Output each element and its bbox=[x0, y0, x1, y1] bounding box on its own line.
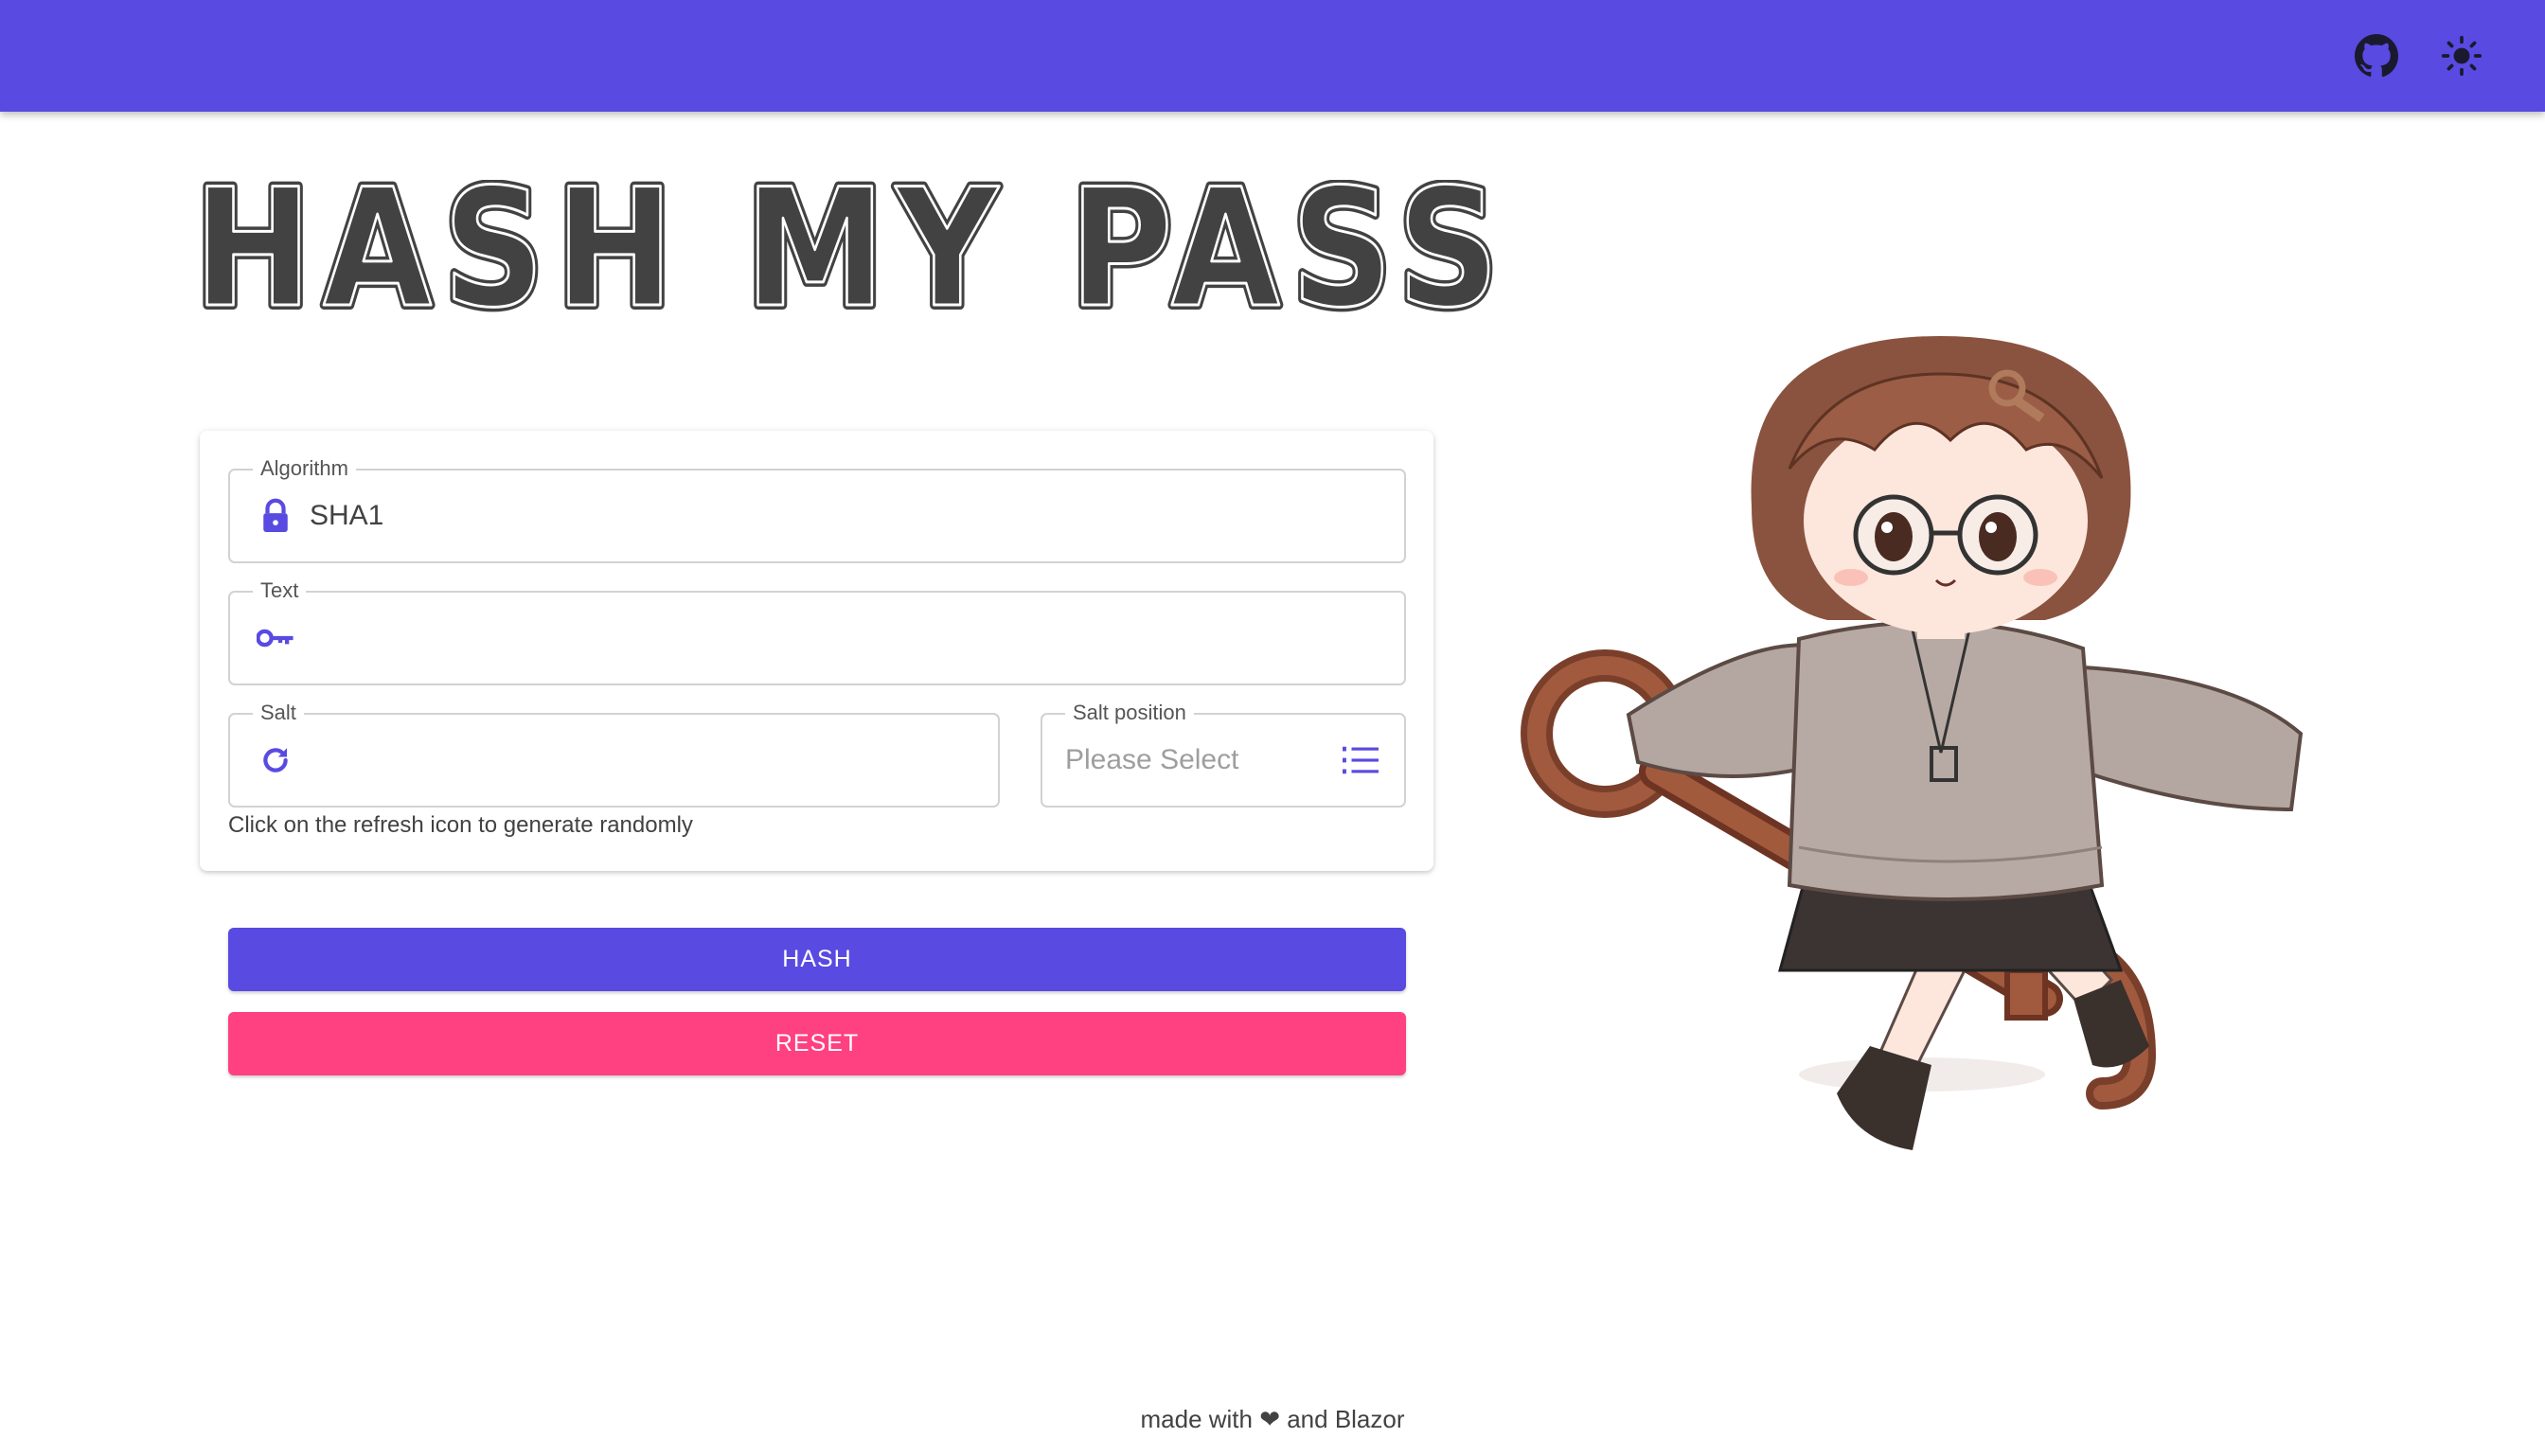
salt-position-placeholder: Please Select bbox=[1065, 744, 1239, 775]
chibi-girl-with-key-illustration bbox=[1515, 317, 2310, 1174]
key-icon bbox=[257, 619, 294, 657]
refresh-icon[interactable] bbox=[257, 741, 294, 779]
sun-icon[interactable] bbox=[2433, 27, 2490, 84]
algorithm-field[interactable]: Algorithm SHA1 bbox=[228, 455, 1406, 563]
algorithm-label: Algorithm bbox=[253, 455, 356, 482]
salt-field[interactable]: Salt bbox=[228, 700, 1000, 808]
top-app-bar bbox=[0, 0, 2545, 112]
salt-position-label: Salt position bbox=[1065, 700, 1194, 726]
text-input[interactable] bbox=[310, 617, 1385, 659]
salt-label: Salt bbox=[253, 700, 304, 726]
salt-input[interactable] bbox=[310, 739, 979, 781]
page-title-inline: HASH MY PASS bbox=[194, 180, 1510, 331]
text-field[interactable]: Text bbox=[228, 577, 1406, 685]
salt-position-select[interactable]: Salt position Please Select bbox=[1041, 700, 1406, 808]
hash-form-card: Algorithm SHA1 Text Salt Salt position P… bbox=[200, 431, 1433, 871]
salt-helper-text: Click on the refresh icon to generate ra… bbox=[228, 812, 693, 838]
algorithm-select-value[interactable]: SHA1 bbox=[310, 495, 1385, 537]
github-icon[interactable] bbox=[2348, 27, 2405, 84]
text-label: Text bbox=[253, 577, 307, 604]
page-title: HASH MY PASS HASH MY PASS bbox=[194, 180, 1520, 331]
hash-button[interactable]: HASH bbox=[228, 928, 1406, 991]
footer-text: made with ❤ and Blazor bbox=[1140, 1405, 1405, 1433]
list-icon bbox=[1342, 741, 1379, 779]
lock-icon bbox=[257, 497, 294, 535]
reset-button[interactable]: RESET bbox=[228, 1012, 1406, 1075]
